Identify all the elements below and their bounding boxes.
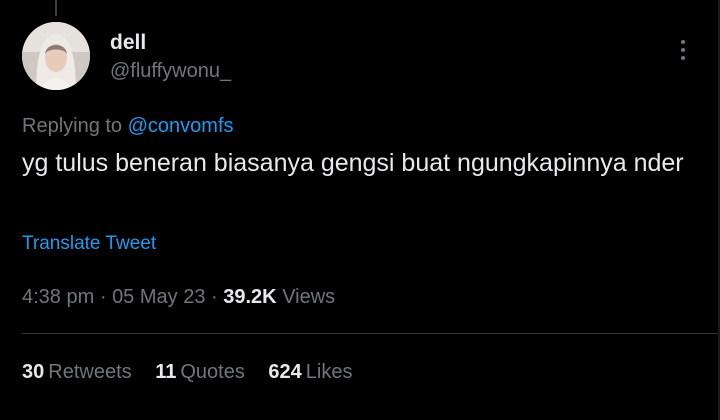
retweets-stat[interactable]: 30 Retweets [22,359,132,385]
tweet-text: yg tulus beneran biasanya gengsi buat ng… [22,149,684,177]
retweets-label: Retweets [48,361,132,383]
reply-mention-link[interactable]: @convomfs [128,115,234,137]
likes-label: Likes [305,361,353,383]
quotes-label: Quotes [180,361,245,383]
avatar-image [22,22,90,90]
author-names: dell @fluffywonu_ [110,30,231,84]
tweet-header: dell @fluffywonu_ [22,22,698,94]
views-label: Views [282,286,336,308]
divider [22,333,720,334]
display-name[interactable]: dell [110,30,231,56]
user-handle[interactable]: @fluffywonu_ [110,58,231,84]
likes-count: 624 [268,361,302,383]
tweet-date[interactable]: 05 May 23 [112,286,205,308]
retweets-count: 30 [22,361,45,383]
engagement-stats: 30 Retweets 11 Quotes 624 Likes [22,359,370,385]
replying-to-line: Replying to @convomfs [22,113,234,139]
tweet-meta: 4:38 pm · 05 May 23 · 39.2K Views [22,284,335,310]
meta-separator: · [99,286,107,308]
thread-connector-line [55,0,57,16]
avatar[interactable] [22,22,90,90]
replying-to-label: Replying to [22,115,123,137]
translate-tweet-link[interactable]: Translate Tweet [22,231,156,257]
views-count: 39.2K [223,286,277,308]
quotes-count: 11 [155,361,177,383]
tweet-time[interactable]: 4:38 pm [22,286,94,308]
meta-separator: · [211,286,218,308]
more-vertical-icon[interactable] [678,40,688,66]
likes-stat[interactable]: 624 Likes [268,359,352,385]
quotes-stat[interactable]: 11 Quotes [155,359,245,385]
